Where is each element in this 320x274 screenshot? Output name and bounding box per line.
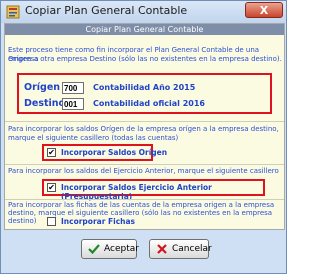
origen-description: Contabilidad Año 2015 (93, 83, 196, 92)
cancel-button[interactable]: Cancelar (149, 239, 212, 259)
fichas-checkbox[interactable] (47, 217, 56, 226)
title-bar[interactable]: Copiar Plan General Contable X (1, 1, 286, 23)
cross-icon (157, 244, 167, 254)
origen-label: Orígen (24, 82, 61, 93)
close-button[interactable]: X (245, 2, 283, 18)
fichas-label[interactable]: Incorporar Fichas (61, 217, 135, 226)
destino-label: Destino (24, 98, 66, 109)
divider-3 (5, 199, 284, 200)
saldos-origen-label[interactable]: Incorporar Saldos Orígen (61, 148, 167, 157)
destino-input[interactable] (62, 98, 84, 110)
accept-button[interactable]: Aceptar (81, 239, 139, 259)
saldos-origen-text-line-1: Para incorporar los saldos Orígen de la … (8, 125, 279, 133)
saldos-origen-text-line-2: marque el siguiente casillero (todas las… (8, 134, 179, 142)
saldos-ejercicio-text-line-1: Para incorporar los saldos del Ejercicio… (8, 167, 279, 175)
accept-button-label: Aceptar (104, 244, 139, 254)
destino-description: Contabilidad oficial 2016 (93, 99, 205, 108)
window-title: Copiar Plan General Contable (25, 4, 188, 17)
close-icon: X (259, 4, 269, 17)
checkmark-icon (88, 244, 100, 255)
saldos-origen-checkbox[interactable]: ✔ (47, 148, 56, 157)
intro-text-line-2: Orígen a otra empresa Destino (sólo las … (8, 55, 282, 63)
divider-1 (5, 121, 284, 122)
dialog-body: Copiar Plan General Contable Este proces… (4, 23, 285, 230)
fichas-text-line-3: destino) (8, 217, 37, 225)
panel-header: Copiar Plan General Contable (5, 24, 284, 35)
divider-2 (5, 164, 284, 165)
origen-input[interactable] (62, 82, 84, 94)
saldos-ejercicio-checkbox[interactable]: ✔ (47, 183, 56, 192)
cancel-button-label: Cancelar (172, 244, 212, 254)
dialog-window: Copiar Plan General Contable X Copiar Pl… (0, 0, 287, 274)
app-icon (6, 5, 20, 19)
